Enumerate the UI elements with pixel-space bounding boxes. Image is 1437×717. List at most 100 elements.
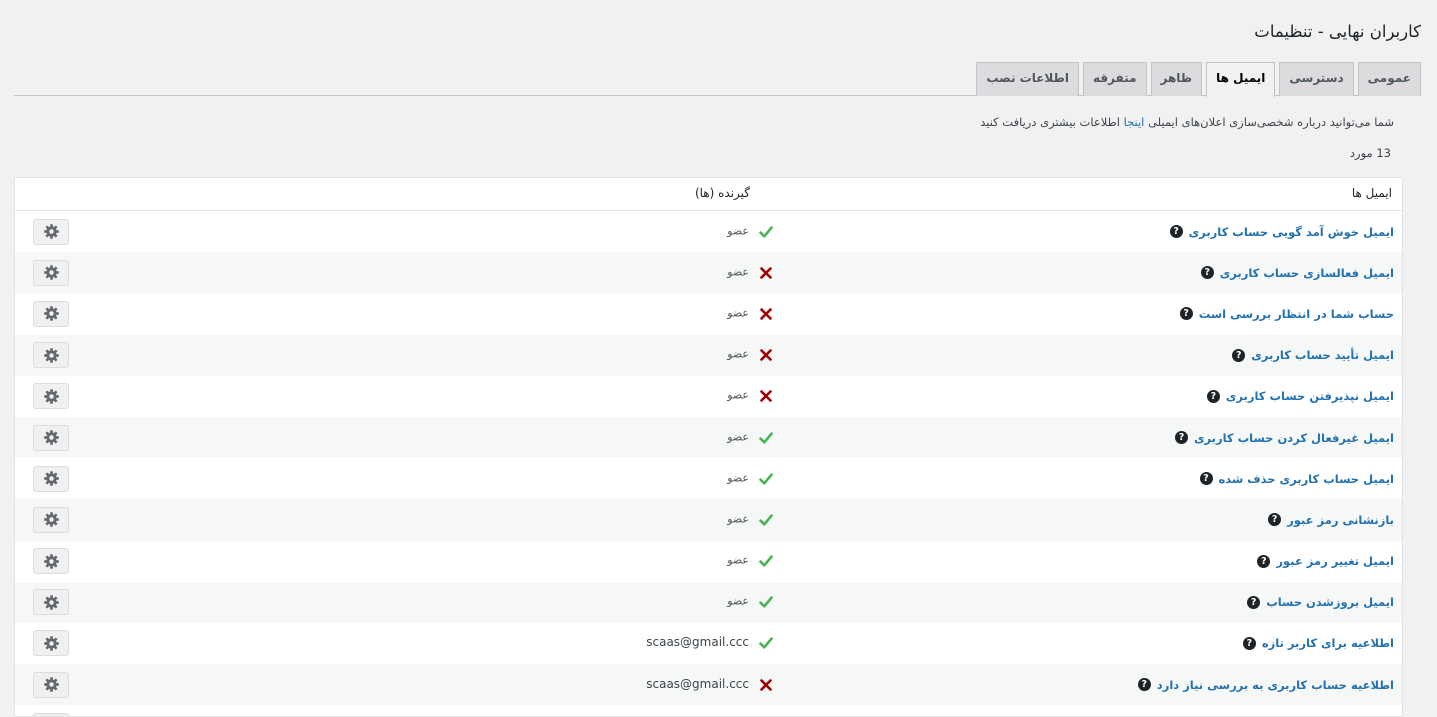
- email-title-link[interactable]: ایمیل بروزشدن حساب: [1266, 595, 1394, 609]
- email-title-cell: ایمیل بروزشدن حساب ?: [1247, 582, 1394, 623]
- email-title-link[interactable]: اطلاعیه برای کاربر تازه: [1262, 636, 1394, 650]
- table-row: ایمیل حساب کاربری حذف شده ? عضو: [15, 458, 1402, 499]
- table-row: ایمیل خوش آمد گویی حساب کاربری ? عضو: [15, 211, 1402, 252]
- email-title-link[interactable]: ایمیل حساب کاربری حذف شده: [1219, 472, 1394, 486]
- email-title-link[interactable]: ایمیل فعالسازی حساب کاربری: [1220, 266, 1394, 280]
- email-settings-button[interactable]: [33, 259, 69, 286]
- email-title-link[interactable]: ایمیل تأیید حساب کاربری: [1251, 348, 1394, 362]
- help-icon[interactable]: ?: [1169, 225, 1183, 239]
- table-row: حساب شما در انتظار بررسی است ? عضو: [15, 293, 1402, 334]
- emails-table: ایمیل ها گیرنده (ها) ایمیل خوش آمد گویی …: [14, 177, 1403, 717]
- check-icon: [758, 512, 774, 528]
- recipient-text: عضو: [727, 430, 749, 444]
- help-icon[interactable]: ?: [1174, 431, 1188, 445]
- table-body: ایمیل خوش آمد گویی حساب کاربری ? عضو ایم…: [15, 211, 1402, 716]
- email-title-cell: ایمیل غیرفعال کردن حساب کاربری ?: [1174, 417, 1394, 458]
- recipient-text: عضو: [727, 347, 749, 361]
- help-icon[interactable]: ?: [1179, 307, 1193, 321]
- gear-icon: [43, 677, 59, 692]
- cross-icon: [758, 306, 774, 322]
- email-title-link[interactable]: بازنشانی رمز عبور: [1287, 513, 1394, 527]
- gear-icon: [43, 389, 59, 404]
- intro-more-info-link[interactable]: اینجا: [1124, 115, 1145, 129]
- email-settings-button[interactable]: [33, 424, 69, 451]
- email-settings-button[interactable]: [33, 300, 69, 327]
- help-icon[interactable]: ?: [1137, 678, 1151, 692]
- table-row: ایمیل نپذیرفتن حساب کاربری ? عضو: [15, 376, 1402, 417]
- tab-emails[interactable]: ایمیل ها: [1206, 62, 1276, 97]
- gear-icon: [43, 636, 59, 651]
- email-settings-button[interactable]: [33, 218, 69, 245]
- column-header-emails: ایمیل ها: [1351, 186, 1392, 200]
- help-icon[interactable]: ?: [1268, 513, 1282, 527]
- tab-misc[interactable]: متفرقه: [1082, 62, 1147, 96]
- email-title-cell: بازنشانی رمز عبور ?: [1268, 499, 1394, 540]
- cross-icon: [758, 388, 774, 404]
- email-title-cell: ایمیل نپذیرفتن حساب کاربری ?: [1206, 376, 1394, 417]
- gear-icon: [43, 224, 59, 239]
- email-title-link[interactable]: ایمیل غیرفعال کردن حساب کاربری: [1194, 431, 1394, 445]
- table-row: ایمیل تغییر رمز عبور ? عضو: [15, 541, 1402, 582]
- help-icon[interactable]: ?: [1242, 636, 1256, 650]
- help-icon[interactable]: ?: [1257, 554, 1271, 568]
- page-title: کاربران نهایی - تنظیمات: [1254, 22, 1421, 41]
- email-settings-button[interactable]: [33, 342, 69, 369]
- gear-icon: [43, 594, 59, 610]
- email-title-link[interactable]: اطلاعیه حساب کاربری به بررسی نیاز دارد: [1157, 678, 1394, 692]
- table-row: ایمیل فعالسازی حساب کاربری ? عضو: [15, 252, 1402, 294]
- tab-general[interactable]: عمومی: [1357, 62, 1421, 96]
- gear-icon: [43, 306, 59, 322]
- email-title-cell: اطلاعیه حساب کاربری به بررسی نیاز دارد ?: [1137, 664, 1394, 705]
- gear-icon: [43, 430, 59, 445]
- email-title-cell: ایمیل تغییر رمز عبور ?: [1257, 541, 1394, 582]
- email-title-cell: اطلاعیه حذف حساب کاربری ?: [1216, 705, 1394, 716]
- email-title-link[interactable]: حساب شما در انتظار بررسی است: [1199, 307, 1394, 321]
- help-icon[interactable]: ?: [1200, 266, 1214, 280]
- recipient-text: عضو: [727, 388, 749, 402]
- email-settings-button[interactable]: [33, 506, 69, 533]
- intro-text: شما می‌توانید درباره شخصی‌سازی اعلان‌های…: [980, 115, 1394, 129]
- cross-icon: [758, 677, 774, 693]
- gear-icon: [43, 512, 59, 528]
- email-title-link[interactable]: ایمیل خوش آمد گویی حساب کاربری: [1189, 225, 1394, 239]
- recipient-text: عضو: [727, 224, 749, 238]
- email-settings-button[interactable]: [33, 712, 69, 716]
- help-icon[interactable]: ?: [1232, 348, 1246, 362]
- email-title-cell: ایمیل فعالسازی حساب کاربری ?: [1200, 252, 1394, 293]
- items-count: 13 مورد: [1349, 146, 1391, 160]
- email-title-cell: اطلاعیه برای کاربر تازه ?: [1242, 623, 1394, 664]
- email-settings-button[interactable]: [33, 630, 69, 657]
- settings-tabs: عمومی دسترسی ایمیل ها ظاهر متفرقه اطلاعا…: [14, 62, 1421, 97]
- gear-icon: [43, 265, 59, 281]
- email-title-cell: ایمیل تأیید حساب کاربری ?: [1232, 335, 1394, 376]
- recipient-email: scaas@gmail.ccc: [646, 676, 749, 691]
- email-title-link[interactable]: ایمیل نپذیرفتن حساب کاربری: [1226, 389, 1394, 403]
- recipient-text: عضو: [727, 512, 749, 526]
- check-icon: [758, 635, 774, 651]
- table-row: اطلاعیه برای کاربر تازه ? scaas@gmail.cc…: [15, 623, 1402, 664]
- table-header: ایمیل ها گیرنده (ها): [15, 178, 1402, 211]
- recipient-text: عضو: [727, 594, 749, 608]
- email-settings-button[interactable]: [33, 465, 69, 492]
- intro-text-before: شما می‌توانید درباره شخصی‌سازی اعلان‌های…: [1144, 115, 1394, 129]
- help-icon[interactable]: ?: [1199, 472, 1213, 486]
- table-row: بازنشانی رمز عبور ? عضو: [15, 499, 1402, 541]
- email-settings-button[interactable]: [33, 589, 69, 616]
- cross-icon: [758, 265, 774, 281]
- email-title-link[interactable]: ایمیل تغییر رمز عبور: [1276, 554, 1394, 568]
- email-settings-button[interactable]: [33, 383, 69, 410]
- email-settings-button[interactable]: [33, 671, 69, 698]
- recipient-text: عضو: [727, 471, 749, 485]
- tab-appearance[interactable]: ظاهر: [1150, 62, 1203, 96]
- column-header-recipients: گیرنده (ها): [694, 186, 750, 200]
- help-icon[interactable]: ?: [1206, 389, 1220, 403]
- tab-install-info[interactable]: اطلاعات نصب: [976, 62, 1079, 96]
- intro-text-after: اطلاعات بیشتری دریافت کنید: [980, 115, 1124, 129]
- check-icon: [758, 430, 774, 446]
- recipient-text: عضو: [727, 306, 749, 320]
- help-icon[interactable]: ?: [1247, 595, 1261, 609]
- cross-icon: [758, 347, 774, 363]
- email-settings-button[interactable]: [33, 548, 69, 575]
- tab-access[interactable]: دسترسی: [1279, 62, 1354, 96]
- gear-icon: [43, 471, 59, 487]
